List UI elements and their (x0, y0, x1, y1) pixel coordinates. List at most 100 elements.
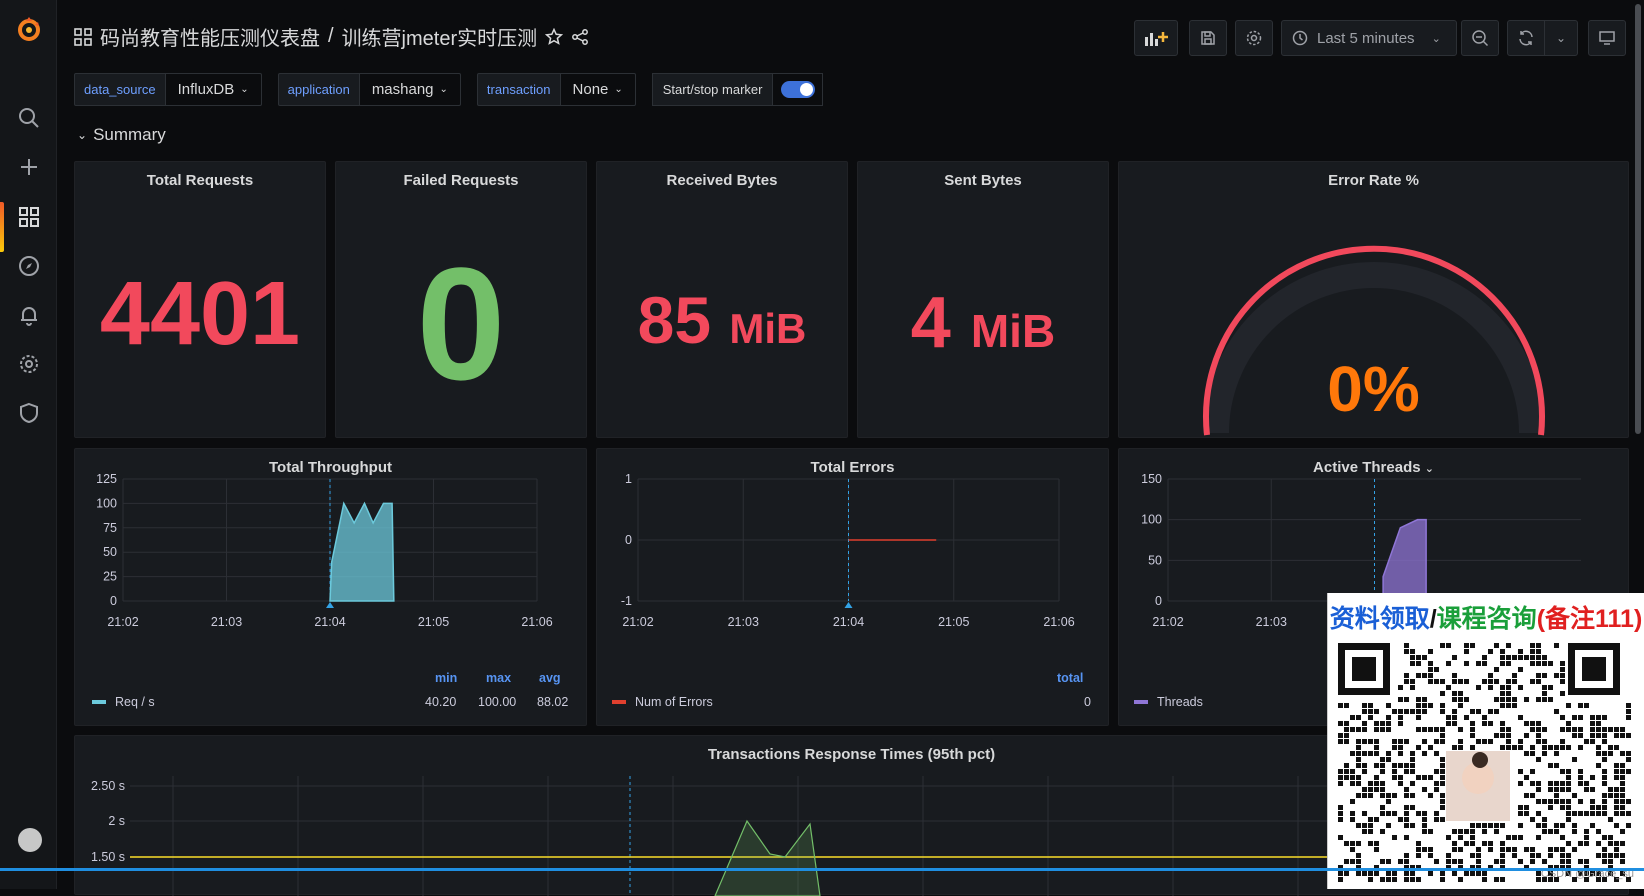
qr-module (1380, 769, 1385, 774)
qr-module (1542, 697, 1547, 702)
qr-module (1422, 817, 1427, 822)
qr-module (1452, 745, 1457, 750)
qr-module (1416, 853, 1421, 858)
qr-module (1518, 811, 1523, 816)
folder-title[interactable]: 码尚教育性能压测仪表盘 (100, 22, 320, 51)
qr-module (1596, 727, 1601, 732)
alerting-bell-icon[interactable] (14, 300, 44, 330)
qr-module (1386, 799, 1391, 804)
qr-module (1578, 727, 1583, 732)
qr-module (1344, 739, 1349, 744)
stat-value: 0 (416, 234, 506, 413)
annotation-marker (844, 602, 853, 608)
qr-module (1446, 643, 1451, 648)
panel-received-bytes[interactable]: Received Bytes 85 MiB (596, 161, 848, 438)
qr-module (1398, 721, 1403, 726)
row-summary[interactable]: ⌄ Summary (77, 125, 166, 145)
qr-module (1440, 709, 1445, 714)
qr-module (1506, 691, 1511, 696)
panel-total-requests[interactable]: Total Requests 4401 (74, 161, 326, 438)
panel-total-throughput[interactable]: Total Throughput 125 100 75 50 25 0 21:02 21:03… (74, 448, 587, 726)
qr-module (1596, 745, 1601, 750)
qr-module (1482, 823, 1487, 828)
qr-code-image[interactable] (1338, 643, 1633, 883)
configuration-gear-icon[interactable] (14, 349, 44, 379)
qr-module (1440, 739, 1445, 744)
qr-module (1542, 661, 1547, 666)
qr-module (1602, 853, 1607, 858)
qr-module (1458, 739, 1463, 744)
var-select-application[interactable]: mashang ⌄ (359, 73, 461, 106)
server-admin-shield-icon[interactable] (14, 398, 44, 428)
start-stop-marker-toggle[interactable] (773, 73, 824, 106)
qr-module (1356, 781, 1361, 786)
qr-module (1458, 703, 1463, 708)
panel-sent-bytes[interactable]: Sent Bytes 4 MiB (857, 161, 1109, 438)
add-panel-button[interactable] (1134, 20, 1178, 56)
panel-error-rate[interactable]: Error Rate % 0% (1118, 161, 1629, 438)
tv-mode-button[interactable] (1588, 20, 1626, 56)
qr-module (1500, 823, 1505, 828)
qr-module (1368, 787, 1373, 792)
qr-module (1374, 709, 1379, 714)
qr-module (1530, 643, 1535, 648)
qr-module (1422, 811, 1427, 816)
explore-compass-icon[interactable] (14, 251, 44, 281)
row-title: Summary (93, 125, 166, 144)
save-dashboard-button[interactable] (1189, 20, 1227, 56)
panel-failed-requests[interactable]: Failed Requests 0 (335, 161, 587, 438)
qr-module (1398, 715, 1403, 720)
qr-module (1410, 763, 1415, 768)
qr-module (1512, 853, 1517, 858)
qr-module (1380, 793, 1385, 798)
qr-module (1524, 751, 1529, 756)
panel-total-errors[interactable]: Total Errors 1 0 -1 21:02 21:03 21:04 21:05 21:… (596, 448, 1109, 726)
qr-module (1548, 805, 1553, 810)
search-icon[interactable] (14, 103, 44, 133)
qr-module (1554, 847, 1559, 852)
qr-module (1542, 691, 1547, 696)
qr-module (1398, 697, 1403, 702)
qr-module (1530, 769, 1535, 774)
qr-module (1368, 709, 1373, 714)
legend-series[interactable]: Num of Errors (612, 695, 713, 709)
dashboard-settings-button[interactable] (1235, 20, 1273, 56)
qr-module (1452, 859, 1457, 864)
start-stop-marker-label: Start/stop marker (651, 73, 774, 106)
refresh-interval-dropdown[interactable]: ⌄ (1544, 20, 1578, 56)
user-avatar[interactable] (18, 828, 42, 852)
var-select-transaction[interactable]: None ⌄ (560, 73, 636, 106)
qr-module (1620, 859, 1625, 864)
qr-module (1518, 823, 1523, 828)
legend-series[interactable]: Threads (1134, 695, 1203, 709)
legend-series[interactable]: Req / s (92, 695, 155, 709)
create-plus-icon[interactable] (14, 152, 44, 182)
qr-module (1398, 781, 1403, 786)
qr-module (1440, 727, 1445, 732)
time-range-picker[interactable]: Last 5 minutes ⌄ (1281, 20, 1457, 56)
refresh-button[interactable] (1507, 20, 1545, 56)
qr-module (1380, 763, 1385, 768)
qr-module (1614, 823, 1619, 828)
qr-module (1398, 739, 1403, 744)
qr-module (1548, 847, 1553, 852)
dashboard-title[interactable]: 训练营jmeter实时压测 (342, 22, 538, 51)
qr-module (1530, 793, 1535, 798)
star-icon[interactable] (545, 27, 564, 46)
qr-module (1572, 823, 1577, 828)
share-icon[interactable] (571, 28, 589, 46)
zoom-out-button[interactable] (1461, 20, 1499, 56)
qr-module (1494, 667, 1499, 672)
qr-module (1380, 805, 1385, 810)
qr-module (1404, 805, 1409, 810)
grafana-logo-icon[interactable] (14, 14, 44, 44)
qr-module (1530, 781, 1535, 786)
qr-module (1614, 763, 1619, 768)
qr-module (1590, 775, 1595, 780)
dashboards-icon[interactable] (14, 202, 44, 232)
scrollbar-thumb[interactable] (1635, 4, 1641, 434)
qr-module (1404, 697, 1409, 702)
promo-overlay[interactable]: 资料领取/课程咨询(备注111) CSDN @Grace_su (1327, 593, 1644, 889)
qr-module (1410, 871, 1415, 876)
var-select-data-source[interactable]: InfluxDB ⌄ (165, 73, 262, 106)
